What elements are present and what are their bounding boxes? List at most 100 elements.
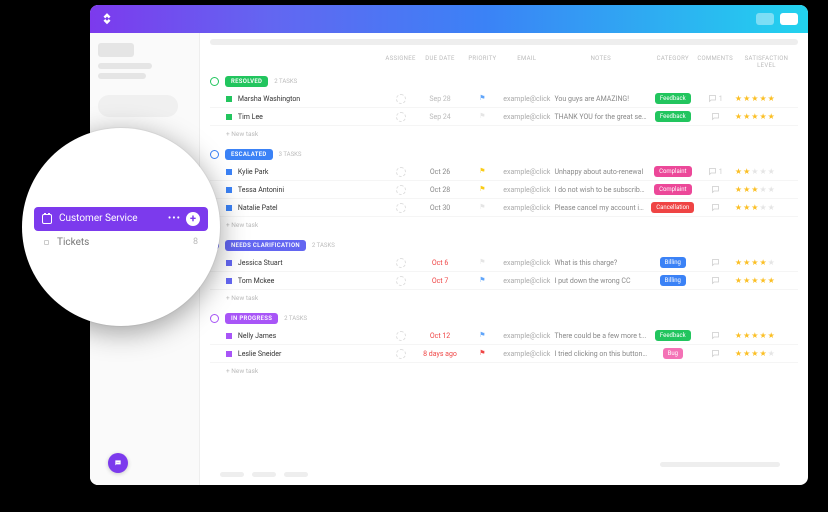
star-icon[interactable]: ★	[768, 277, 775, 285]
new-task-button[interactable]: + New task	[210, 363, 798, 383]
star-icon[interactable]: ★	[735, 186, 742, 194]
comments-cell[interactable]	[695, 185, 734, 194]
assignee-empty[interactable]	[396, 258, 406, 268]
due-date[interactable]: Oct 6	[417, 259, 462, 267]
priority-flag-icon[interactable]: ⚑	[479, 350, 485, 357]
status-pill[interactable]: NEEDS CLARIFICATION	[225, 240, 306, 251]
assignee-empty[interactable]	[396, 349, 406, 359]
star-icon[interactable]: ★	[759, 186, 766, 194]
status-circle-icon[interactable]	[210, 314, 219, 323]
status-group-header[interactable]: NEEDS CLARIFICATION2 TASKS	[210, 237, 798, 254]
star-icon[interactable]: ★	[768, 350, 775, 358]
comments-cell[interactable]	[695, 276, 734, 285]
satisfaction-stars[interactable]: ★★★★★	[735, 259, 798, 267]
assignee-empty[interactable]	[396, 331, 406, 341]
star-icon[interactable]: ★	[759, 259, 766, 267]
task-status-square[interactable]	[226, 351, 232, 357]
star-icon[interactable]: ★	[751, 350, 758, 358]
assignee-empty[interactable]	[396, 94, 406, 104]
task-status-square[interactable]	[226, 114, 232, 120]
due-date[interactable]: Oct 28	[417, 186, 462, 194]
task-status-square[interactable]	[226, 260, 232, 266]
satisfaction-stars[interactable]: ★★★★★	[735, 350, 798, 358]
assignee-empty[interactable]	[396, 276, 406, 286]
star-icon[interactable]: ★	[751, 277, 758, 285]
task-notes[interactable]: I do not wish to be subscribe...	[551, 186, 650, 194]
col-comments[interactable]: COMMENTS	[695, 55, 734, 69]
star-icon[interactable]: ★	[768, 332, 775, 340]
due-date[interactable]: 8 days ago	[417, 350, 462, 358]
star-icon[interactable]: ★	[759, 95, 766, 103]
comments-cell[interactable]	[695, 258, 734, 267]
category-pill[interactable]: Complaint	[654, 184, 691, 195]
task-row[interactable]: Jessica StuartOct 6⚑example@clickWhat is…	[210, 254, 798, 272]
col-satisfaction[interactable]: SATISFACTION LEVEL	[735, 55, 798, 69]
task-status-square[interactable]	[226, 169, 232, 175]
star-icon[interactable]: ★	[759, 350, 766, 358]
star-icon[interactable]: ★	[743, 259, 750, 267]
star-icon[interactable]: ★	[768, 95, 775, 103]
comments-cell[interactable]	[695, 331, 734, 340]
category-pill[interactable]: Feedback	[655, 330, 691, 341]
task-row[interactable]: Leslie Sneider8 days ago⚑example@clickI …	[210, 345, 798, 363]
task-status-square[interactable]	[226, 96, 232, 102]
col-due-date[interactable]: DUE DATE	[417, 55, 462, 69]
task-row[interactable]: Tim LeeSep 24⚑example@clickTHANK YOU for…	[210, 108, 798, 126]
task-name[interactable]: Tim Lee	[238, 113, 384, 121]
status-pill[interactable]: RESOLVED	[225, 76, 268, 87]
star-icon[interactable]: ★	[735, 95, 742, 103]
star-icon[interactable]: ★	[743, 204, 750, 212]
comment-icon[interactable]	[711, 276, 720, 285]
comment-icon[interactable]	[708, 94, 717, 103]
task-row[interactable]: Kylie ParkOct 26⚑example@clickUnhappy ab…	[210, 163, 798, 181]
task-email[interactable]: example@click	[502, 332, 551, 340]
task-email[interactable]: example@click	[502, 95, 551, 103]
task-notes[interactable]: Please cancel my account im...	[551, 204, 650, 212]
star-icon[interactable]: ★	[751, 259, 758, 267]
due-date[interactable]: Oct 12	[417, 332, 462, 340]
priority-flag-icon[interactable]: ⚑	[479, 277, 485, 284]
comments-cell[interactable]: 1	[695, 167, 734, 176]
assignee-empty[interactable]	[396, 185, 406, 195]
task-notes[interactable]: Unhappy about auto-renewal	[551, 168, 650, 176]
task-notes[interactable]: I tried clicking on this button...	[551, 350, 650, 358]
star-icon[interactable]: ★	[759, 113, 766, 121]
category-pill[interactable]: Billing	[660, 275, 686, 286]
task-row[interactable]: Tom MckeeOct 7⚑example@clickI put down t…	[210, 272, 798, 290]
task-row[interactable]: Nelly JamesOct 12⚑example@clickThere cou…	[210, 327, 798, 345]
topbar-control-2[interactable]	[780, 13, 798, 25]
star-icon[interactable]: ★	[751, 332, 758, 340]
satisfaction-stars[interactable]: ★★★★★	[735, 277, 798, 285]
assignee-empty[interactable]	[396, 203, 406, 213]
new-task-button[interactable]: + New task	[210, 217, 798, 237]
col-notes[interactable]: NOTES	[551, 55, 650, 69]
task-email[interactable]: example@click	[502, 168, 551, 176]
star-icon[interactable]: ★	[735, 277, 742, 285]
priority-flag-icon[interactable]: ⚑	[479, 204, 485, 211]
star-icon[interactable]: ★	[743, 95, 750, 103]
category-pill[interactable]: Cancellation	[651, 202, 694, 213]
new-task-button[interactable]: + New task	[210, 290, 798, 310]
col-assignee[interactable]: ASSIGNEE	[384, 55, 418, 69]
task-name[interactable]: Jessica Stuart	[238, 259, 384, 267]
chat-bubble-button[interactable]	[108, 453, 128, 473]
comment-icon[interactable]	[711, 203, 720, 212]
task-notes[interactable]: THANK YOU for the great se...	[551, 113, 650, 121]
star-icon[interactable]: ★	[759, 277, 766, 285]
task-email[interactable]: example@click	[502, 186, 551, 194]
status-circle-icon[interactable]	[210, 150, 219, 159]
star-icon[interactable]: ★	[768, 186, 775, 194]
star-icon[interactable]: ★	[743, 113, 750, 121]
satisfaction-stars[interactable]: ★★★★★	[735, 113, 798, 121]
col-category[interactable]: CATEGORY	[650, 55, 695, 69]
star-icon[interactable]: ★	[743, 168, 750, 176]
star-icon[interactable]: ★	[768, 113, 775, 121]
star-icon[interactable]: ★	[743, 277, 750, 285]
assignee-empty[interactable]	[396, 167, 406, 177]
star-icon[interactable]: ★	[743, 332, 750, 340]
task-notes[interactable]: There could be a few more t...	[551, 332, 650, 340]
task-email[interactable]: example@click	[502, 204, 551, 212]
comment-icon[interactable]	[708, 167, 717, 176]
star-icon[interactable]: ★	[759, 332, 766, 340]
star-icon[interactable]: ★	[735, 204, 742, 212]
